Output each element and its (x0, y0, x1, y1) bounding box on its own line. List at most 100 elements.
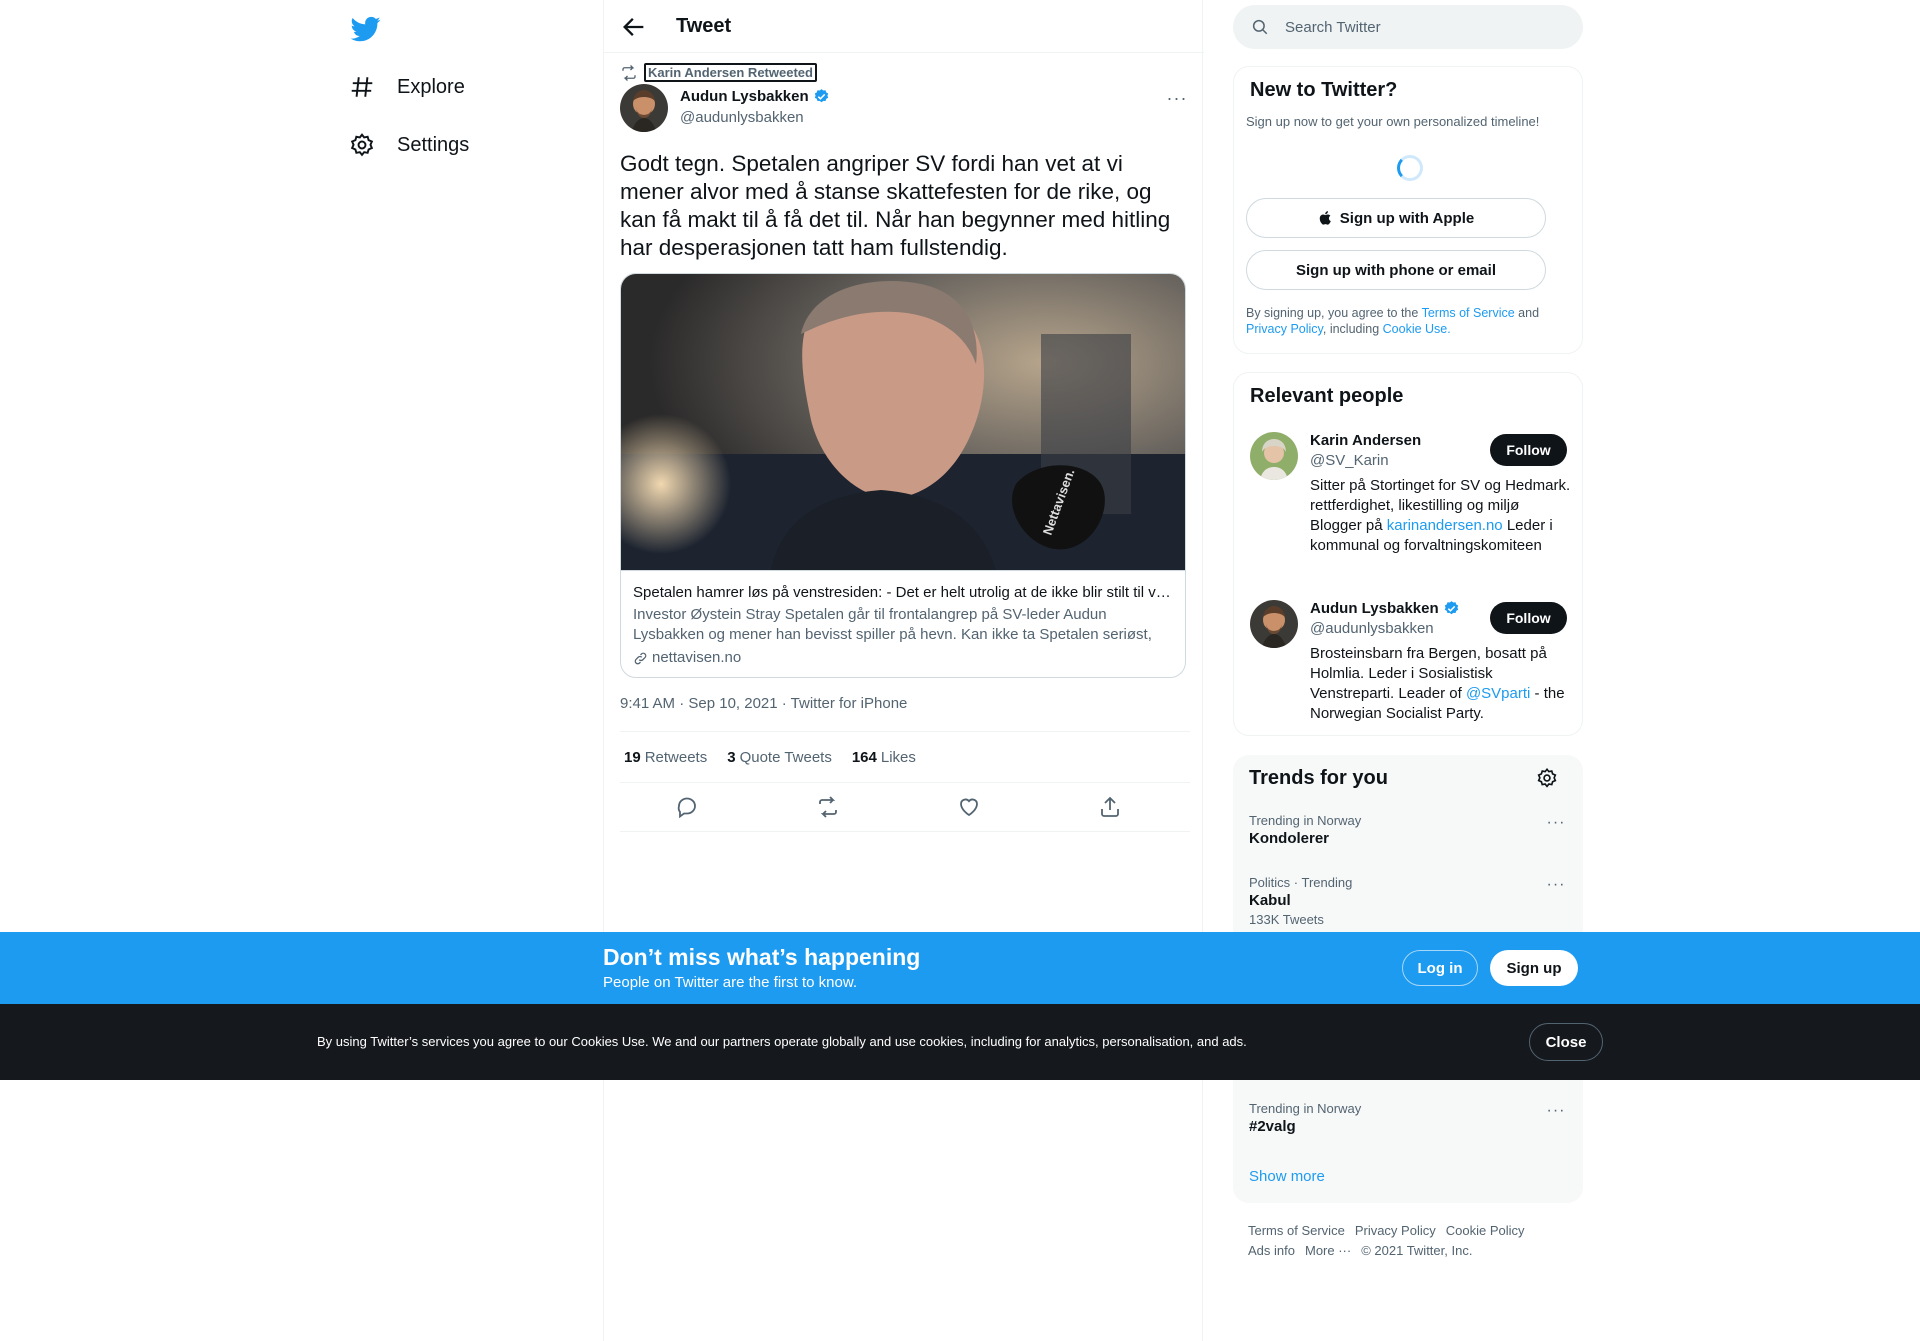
privacy-link[interactable]: Privacy Policy (1246, 322, 1323, 336)
card-domain: nettavisen.no (633, 648, 1175, 668)
avatar[interactable] (1250, 432, 1298, 480)
person-name[interactable]: Audun Lysbakken (1310, 600, 1460, 617)
cookie-use-link[interactable]: Cookie Use. (1383, 322, 1451, 336)
quote-tweets-stat[interactable]: 3 Quote Tweets (727, 749, 832, 766)
new-to-twitter-title: New to Twitter? (1250, 79, 1398, 101)
search-bar[interactable] (1233, 5, 1583, 49)
tweet-header: Tweet (604, 0, 1204, 53)
cookie-close-button[interactable]: Close (1529, 1023, 1603, 1061)
trend-item[interactable]: Politics · Trending Kabul 133K Tweets ··… (1249, 875, 1569, 929)
footer-privacy-link[interactable]: Privacy Policy (1355, 1223, 1436, 1238)
retweeted-by-link[interactable]: Karin Andersen Retweeted (644, 63, 817, 82)
footer-more-link[interactable]: More ··· (1305, 1243, 1351, 1258)
follow-button[interactable]: Follow (1490, 434, 1567, 466)
card-image: Nettavisen. (621, 274, 1185, 570)
nav-explore[interactable]: Explore (349, 62, 465, 112)
retweets-label: Retweets (644, 748, 708, 766)
terms-link[interactable]: Terms of Service (1422, 306, 1515, 320)
trend-name: #2valg (1249, 1118, 1296, 1135)
tweet-timestamp[interactable]: 9:41 AM · Sep 10, 2021 · Twitter for iPh… (620, 695, 907, 712)
nav-explore-label: Explore (397, 75, 465, 98)
share-icon[interactable] (1098, 795, 1122, 819)
back-arrow-icon[interactable] (620, 13, 648, 41)
apple-icon (1319, 211, 1331, 225)
cookie-consent-text: By using Twitter’s services you agree to… (317, 1034, 1247, 1049)
new-to-twitter-panel: New to Twitter? Sign up now to get your … (1233, 66, 1583, 354)
sign-up-phone-button[interactable]: Sign up with phone or email (1246, 250, 1546, 290)
quote-tweets-label: Quote Tweets (739, 748, 832, 766)
signup-legal-text: By signing up, you agree to the Terms of… (1246, 305, 1566, 337)
retweet-context: Karin Andersen Retweeted (620, 63, 817, 82)
search-icon (1252, 19, 1268, 35)
twitter-logo-icon[interactable] (349, 14, 383, 44)
likes-stat[interactable]: 164 Likes (852, 749, 916, 766)
relevant-people-panel: Relevant people Karin Andersen @SV_Karin… (1233, 372, 1583, 736)
main-column: Tweet Karin Andersen Retweeted Audun Lys… (603, 0, 1204, 1341)
footer-cookie-policy-link[interactable]: Cookie Policy (1446, 1223, 1525, 1238)
trend-more-icon[interactable]: ··· (1544, 813, 1568, 833)
trend-item[interactable]: Trending in Norway Kondolerer ··· (1249, 813, 1569, 849)
link-card[interactable]: Nettavisen. Spetalen hamrer løs på venst… (620, 273, 1186, 678)
quote-tweets-count: 3 (727, 748, 736, 766)
gear-icon (350, 133, 374, 157)
person-name-text: Audun Lysbakken (1310, 600, 1439, 617)
sign-up-apple-label: Sign up with Apple (1339, 209, 1475, 227)
person-bio: Sitter på Stortinget for SV og Hedmark. … (1310, 476, 1572, 556)
more-options-icon[interactable]: ··· (1163, 86, 1191, 110)
tweet-actions (620, 783, 1190, 832)
trend-context: Politics · Trending (1249, 875, 1353, 890)
sign-up-button[interactable]: Sign up (1490, 950, 1578, 986)
person-name[interactable]: Karin Andersen (1310, 432, 1421, 449)
banner-subtitle: People on Twitter are the first to know. (603, 974, 858, 991)
person-bio: Brosteinsbarn fra Bergen, bosatt på Holm… (1310, 644, 1572, 724)
page-title: Tweet (676, 15, 732, 37)
signup-banner: Don’t miss what’s happening People on Tw… (0, 932, 1920, 1004)
trend-more-icon[interactable]: ··· (1544, 875, 1568, 895)
hashtag-icon (351, 77, 373, 97)
bio-link[interactable]: @SVparti (1466, 685, 1530, 702)
legal-prefix: By signing up, you agree to the (1246, 306, 1422, 320)
trend-context: Trending in Norway (1249, 1101, 1362, 1116)
new-to-twitter-subtitle: Sign up now to get your own personalized… (1246, 114, 1540, 129)
avatar[interactable] (620, 84, 668, 132)
follow-button[interactable]: Follow (1490, 602, 1567, 634)
card-domain-text: nettavisen.no (652, 649, 742, 666)
banner-title: Don’t miss what’s happening (603, 944, 921, 970)
trend-item[interactable]: Trending in Norway #2valg ··· (1249, 1101, 1569, 1137)
legal-including: , including (1322, 322, 1383, 336)
likes-count: 164 (851, 748, 877, 766)
person-handle[interactable]: @SV_Karin (1310, 452, 1389, 469)
person-handle[interactable]: @audunlysbakken (1310, 620, 1434, 637)
show-more-link[interactable]: Show more (1249, 1168, 1325, 1185)
nav-settings-label: Settings (397, 133, 470, 156)
trend-more-icon[interactable]: ··· (1544, 1101, 1568, 1121)
trend-context: Trending in Norway (1249, 813, 1362, 828)
bio-link[interactable]: karinandersen.no (1387, 517, 1503, 534)
trends-title: Trends for you (1249, 767, 1388, 789)
like-heart-icon[interactable] (957, 795, 981, 819)
legal-and: and (1514, 306, 1540, 320)
footer-ads-info-link[interactable]: Ads info (1248, 1243, 1295, 1258)
cookie-consent-bar: By using Twitter’s services you agree to… (0, 1004, 1920, 1080)
nav-settings[interactable]: Settings (349, 120, 469, 170)
sign-up-phone-label: Sign up with phone or email (1295, 261, 1496, 279)
tweet-text: Godt tegn. Spetalen angriper SV fordi ha… (620, 151, 1171, 260)
log-in-button[interactable]: Log in (1402, 950, 1478, 986)
person-name-text: Karin Andersen (1310, 432, 1422, 449)
card-title: Spetalen hamrer løs på venstresiden: - D… (633, 584, 1175, 601)
footer-links: Terms of Service Privacy Policy Cookie Pol… (1248, 1221, 1568, 1261)
retweets-stat[interactable]: 19 Retweets (624, 749, 707, 766)
trends-settings-gear-icon[interactable] (1536, 767, 1558, 789)
retweets-count: 19 (624, 748, 641, 766)
search-input[interactable] (1285, 18, 1545, 36)
avatar[interactable] (1250, 600, 1298, 648)
likes-label: Likes (880, 748, 916, 766)
retweet-action-icon[interactable] (816, 795, 840, 819)
author-handle[interactable]: @audunlysbakken (680, 109, 804, 126)
verified-badge-icon (1444, 601, 1458, 615)
footer-terms-link[interactable]: Terms of Service (1248, 1223, 1345, 1238)
relevant-people-title: Relevant people (1250, 385, 1404, 407)
reply-icon[interactable] (675, 795, 699, 819)
author-name[interactable]: Audun Lysbakken (680, 88, 830, 105)
sign-up-apple-button[interactable]: Sign up with Apple (1246, 198, 1546, 238)
